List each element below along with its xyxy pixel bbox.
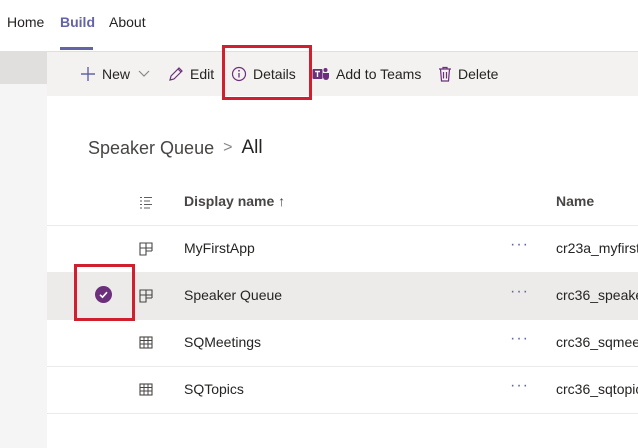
breadcrumb-current: All [241, 137, 263, 158]
row-name: cr23a_myfirst [556, 240, 638, 256]
new-button[interactable]: New [80, 52, 150, 96]
edit-button[interactable]: Edit [168, 52, 214, 96]
table-row[interactable]: SQTopics ··· crc36_sqtopic [47, 367, 638, 414]
table-icon [139, 383, 153, 396]
column-header-display-name[interactable]: Display name ↑ [184, 193, 285, 209]
new-button-label: New [102, 66, 131, 82]
breadcrumb: Speaker Queue > All [88, 136, 263, 160]
table-row[interactable]: SQMeetings ··· crc36_sqmeet [47, 320, 638, 367]
table-row[interactable]: MyFirstApp ··· cr23a_myfirst [47, 226, 638, 273]
delete-button-label: Delete [458, 66, 499, 82]
add-to-teams-button[interactable]: Add to Teams [312, 52, 421, 96]
breadcrumb-root[interactable]: Speaker Queue [88, 138, 214, 159]
teams-icon [312, 68, 329, 80]
list-type-icon[interactable] [139, 196, 153, 210]
app-icon [139, 289, 153, 303]
delete-button[interactable]: Delete [438, 52, 498, 96]
more-options-button[interactable]: ··· [510, 377, 529, 395]
active-tab-indicator [60, 47, 93, 50]
nav-tab-home[interactable]: Home [7, 14, 44, 30]
command-bar: New Edit Details Add to Teams Delete [47, 52, 638, 96]
add-to-teams-button-label: Add to Teams [336, 66, 422, 82]
table-row-selected[interactable]: Speaker Queue ··· crc36_speake [47, 273, 638, 320]
row-display-name[interactable]: SQMeetings [184, 334, 261, 350]
breadcrumb-separator: > [223, 139, 233, 156]
left-pane [0, 52, 47, 448]
edit-button-label: Edit [190, 66, 215, 82]
more-options-button[interactable]: ··· [510, 236, 529, 254]
more-options-button[interactable]: ··· [510, 330, 529, 348]
row-display-name[interactable]: SQTopics [184, 381, 244, 397]
chevron-down-icon [138, 70, 150, 77]
selection-highlight-box [74, 264, 135, 321]
more-options-button[interactable]: ··· [510, 283, 529, 301]
nav-tab-about[interactable]: About [109, 14, 146, 30]
row-display-name[interactable]: Speaker Queue [184, 287, 282, 303]
trash-icon [439, 66, 451, 82]
top-nav: Home Build About [0, 0, 638, 52]
row-display-name[interactable]: MyFirstApp [184, 240, 255, 256]
table-icon [139, 336, 153, 349]
row-name: crc36_sqmeet [556, 334, 638, 350]
app-icon [139, 242, 153, 256]
row-name: crc36_speake [556, 287, 638, 303]
pencil-icon [169, 67, 183, 81]
row-name: crc36_sqtopic [556, 381, 638, 397]
column-header-name[interactable]: Name [556, 193, 594, 209]
nav-tab-build[interactable]: Build [60, 14, 95, 30]
details-highlight-box [222, 45, 312, 100]
plus-icon [81, 67, 95, 81]
left-pane-selected-item[interactable] [0, 52, 47, 84]
